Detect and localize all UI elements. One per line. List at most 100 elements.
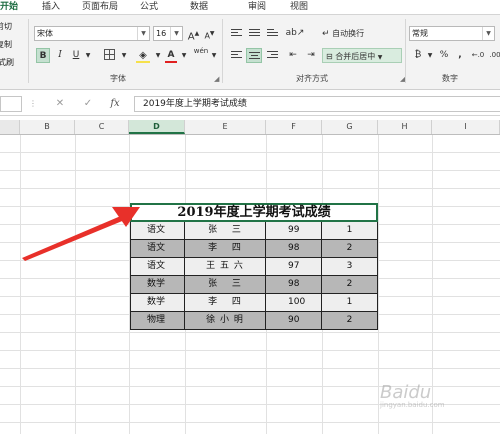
student-name-cell[interactable]: 张 三 [185, 222, 266, 240]
column-header-h[interactable]: H [378, 120, 432, 134]
increase-decimal-icon: ←.0 [471, 51, 485, 59]
column-header-i[interactable]: I [432, 120, 500, 134]
align-top-button[interactable] [228, 26, 244, 41]
table-row: 物理 徐 小 明 90 2 [130, 312, 378, 330]
tab-data[interactable]: 数据 [190, 0, 208, 14]
grow-font-button[interactable]: A▲ [187, 26, 200, 43]
student-name-cell[interactable]: 张 三 [185, 276, 266, 294]
student-name-cell[interactable]: 徐 小 明 [185, 312, 266, 330]
align-bottom-button[interactable] [264, 26, 280, 41]
rank-cell[interactable]: 2 [322, 276, 378, 294]
font-dialog-launcher-icon[interactable]: ◢ [214, 75, 219, 83]
rank-cell[interactable]: 1 [322, 294, 378, 312]
student-name-cell[interactable]: 李 四 [185, 294, 266, 312]
increase-decimal-button[interactable]: ←.0 [470, 48, 486, 63]
shrink-font-button[interactable]: A▼ [203, 26, 216, 41]
score-cell[interactable]: 98 [266, 276, 322, 294]
score-cell[interactable]: 97 [266, 258, 322, 276]
column-header-e[interactable]: E [185, 120, 266, 134]
comma-style-button[interactable]: , [454, 48, 466, 63]
tab-insert[interactable]: 插入 [42, 0, 60, 14]
font-size-value: 16 [156, 29, 167, 38]
cancel-formula-button[interactable]: ✕ [52, 96, 68, 112]
column-header-f[interactable]: F [266, 120, 322, 134]
tab-formulas[interactable]: 公式 [140, 0, 158, 14]
rank-cell[interactable]: 2 [322, 312, 378, 330]
number-format-select[interactable]: 常规 ▼ [409, 26, 495, 41]
font-family-select[interactable]: 宋体 ▼ [34, 26, 150, 41]
align-center-button[interactable] [246, 48, 262, 63]
chevron-down-icon[interactable]: ▼ [154, 48, 162, 63]
align-middle-button[interactable] [246, 26, 262, 41]
chevron-down-icon[interactable]: ▼ [84, 48, 92, 63]
phonetic-button[interactable]: wén [192, 46, 210, 61]
align-top-icon [230, 27, 242, 38]
copy-button[interactable]: 复制 [0, 39, 12, 51]
chevron-down-icon[interactable]: ▼ [426, 48, 434, 63]
wrap-text-label: 自动换行 [332, 29, 365, 38]
rank-cell[interactable]: 2 [322, 240, 378, 258]
subject-cell[interactable]: 物理 [130, 312, 185, 330]
enter-formula-button[interactable]: ✓ [80, 96, 96, 112]
orientation-button[interactable]: ab↗ [285, 26, 305, 41]
student-name-cell[interactable]: 李 四 [185, 240, 266, 258]
group-divider [28, 19, 29, 83]
phonetic-guide-icon: wén [193, 47, 209, 55]
align-center-icon [248, 50, 260, 61]
more-options-icon[interactable]: ⋮ [28, 96, 38, 112]
chevron-down-icon[interactable]: ▼ [180, 48, 188, 63]
align-right-button[interactable] [264, 48, 280, 63]
insert-function-button[interactable]: fx [106, 96, 124, 112]
column-header-c[interactable]: C [75, 120, 129, 134]
chevron-down-icon[interactable]: ▼ [120, 48, 128, 63]
ribbon: 剪切 复制 格式刷 宋体 ▼ 16 ▼ A▲ A▼ B I U ▼ ▼ ◈ ▼ … [0, 14, 500, 90]
grow-font-icon: A [187, 31, 195, 43]
student-name-cell[interactable]: 王 五 六 [185, 258, 266, 276]
subject-cell[interactable]: 数学 [130, 276, 185, 294]
table-title-cell[interactable]: 2019年度上学期考试成绩 [130, 203, 378, 222]
score-cell[interactable]: 99 [266, 222, 322, 240]
fill-color-button[interactable]: ◈ [134, 48, 152, 63]
decrease-indent-icon: ⇤ [289, 50, 297, 60]
wrap-text-button[interactable]: ↵ 自动换行 [322, 26, 392, 41]
tab-view[interactable]: 视图 [290, 0, 308, 14]
ribbon-tab-bar: 开始 插入 页面布局 公式 数据 审阅 视图 [0, 0, 500, 16]
subject-cell[interactable]: 数学 [130, 294, 185, 312]
font-color-button[interactable]: A [164, 48, 178, 63]
increase-indent-button[interactable]: ⇥ [303, 48, 319, 63]
score-cell[interactable]: 100 [266, 294, 322, 312]
watermark-brand: Baidu [380, 382, 432, 403]
underline-button[interactable]: U [70, 48, 82, 63]
score-cell[interactable]: 98 [266, 240, 322, 258]
align-right-icon [266, 49, 278, 60]
percent-style-button[interactable]: % [438, 48, 450, 63]
rank-cell[interactable]: 1 [322, 222, 378, 240]
tab-review[interactable]: 审阅 [248, 0, 266, 14]
column-header-b[interactable]: B [20, 120, 75, 134]
bold-button[interactable]: B [36, 48, 50, 63]
accounting-format-button[interactable]: ₿ [410, 48, 426, 63]
select-all-corner[interactable] [0, 120, 20, 134]
chevron-down-icon[interactable]: ▼ [210, 48, 218, 63]
tab-page-layout[interactable]: 页面布局 [82, 0, 118, 14]
column-header-g[interactable]: G [322, 120, 378, 134]
format-painter-button[interactable]: 格式刷 [0, 57, 14, 69]
italic-button[interactable]: I [54, 48, 66, 63]
cut-button[interactable]: 剪切 [0, 21, 12, 33]
borders-button[interactable] [100, 48, 118, 63]
merge-center-button[interactable]: ⊟ 合并后居中 ▼ [322, 48, 402, 63]
name-box[interactable] [0, 96, 22, 112]
decrease-indent-button[interactable]: ⇤ [285, 48, 301, 63]
align-left-icon [230, 49, 242, 60]
currency-icon: ₿ [414, 50, 422, 60]
arrow-head [112, 207, 140, 227]
formula-input[interactable]: 2019年度上学期考试成绩 [134, 96, 500, 112]
font-size-select[interactable]: 16 ▼ [153, 26, 183, 41]
score-cell[interactable]: 90 [266, 312, 322, 330]
font-family-value: 宋体 [37, 29, 53, 38]
watermark-url: jingyan.baidu.com [380, 401, 445, 409]
align-left-button[interactable] [228, 48, 244, 63]
decrease-decimal-button[interactable]: .00 [488, 48, 500, 63]
rank-cell[interactable]: 3 [322, 258, 378, 276]
column-header-d[interactable]: D [129, 120, 185, 134]
